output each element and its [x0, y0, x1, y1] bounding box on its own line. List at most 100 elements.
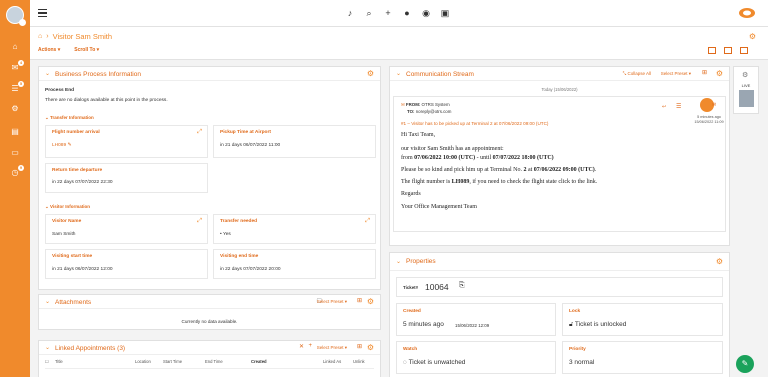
- column-settings-icon[interactable]: ⊞: [357, 343, 362, 350]
- field-label: Flight number arrival: [52, 130, 100, 135]
- visitor-info-heading[interactable]: ⌄ Visitor Information: [45, 204, 90, 210]
- visiting-start-card: Visiting start time in 21 days 06/07/202…: [45, 249, 208, 279]
- user-avatar[interactable]: [6, 6, 26, 26]
- mail-icon: ✉: [401, 102, 405, 107]
- hamburger-menu-icon[interactable]: [38, 9, 47, 17]
- properties-panel: ⌄ Properties ⚙ Ticket# 10064 ⎘ Created 5…: [389, 252, 730, 377]
- process-end-text: There are no dialogs available at this p…: [45, 98, 168, 103]
- sub-bar: ⌂ › Visitor Sam Smith Actions ▾ Scroll T…: [30, 27, 768, 60]
- panel-gear-icon[interactable]: ⚙: [367, 69, 374, 78]
- panel-gear-icon[interactable]: ⚙: [716, 257, 723, 266]
- panel-gear-icon[interactable]: ⚙: [367, 343, 374, 352]
- column-header[interactable]: Start Time: [163, 359, 205, 368]
- integrations-icon[interactable]: ⚙: [10, 104, 20, 114]
- settings-icon[interactable]: ⚙: [742, 71, 748, 79]
- collapse-all-button[interactable]: ⤡ Collapse All: [623, 71, 651, 76]
- rail-label: LIVE: [741, 83, 751, 88]
- column-header[interactable]: Linked As: [323, 359, 353, 368]
- select-preset-dropdown[interactable]: Select Preset ▾: [317, 299, 347, 305]
- ticket-number-card: Ticket# 10064 ⎘: [396, 277, 723, 297]
- chevron-down-icon[interactable]: ⌄: [396, 258, 401, 265]
- field-label: Visitor Name: [52, 219, 82, 224]
- field-label: Watch: [403, 347, 418, 352]
- plus-icon[interactable]: +: [308, 343, 312, 349]
- transfer-info-heading[interactable]: ⌄ Transfer Information: [45, 115, 94, 121]
- user-icon[interactable]: ●: [402, 8, 412, 18]
- layout-split-icon[interactable]: [724, 47, 732, 54]
- reply-icon[interactable]: ↩: [662, 104, 666, 110]
- chevron-down-icon[interactable]: ⌄: [45, 298, 50, 305]
- column-header[interactable]: Created: [251, 359, 323, 368]
- settings-gear-icon[interactable]: ⚙: [749, 32, 756, 41]
- notifications-icon[interactable]: ☰ 5: [10, 81, 24, 94]
- tickets-icon[interactable]: ✉ 4: [10, 60, 24, 73]
- expand-icon[interactable]: ⤢: [365, 218, 370, 225]
- chevron-right-icon: ›: [46, 33, 49, 40]
- bell-icon[interactable]: ♪: [345, 8, 355, 18]
- chevron-down-icon[interactable]: ⌄: [45, 70, 50, 77]
- page-title: Visitor Sam Smith: [52, 32, 113, 41]
- chevron-down-icon[interactable]: ⌄: [396, 70, 401, 77]
- flight-number-card: Flight number arrival ⤢ LH089 ✎: [45, 125, 208, 158]
- business-process-panel: ⌄ Business Process Information ⚙ Process…: [38, 66, 381, 290]
- priority-card: Priority 3 normal: [562, 341, 723, 374]
- field-value: in 21 days 06/07/2022 11:00: [220, 143, 281, 148]
- flight-link[interactable]: LH089 ✎: [52, 143, 72, 148]
- article-menu-icon[interactable]: ☰: [676, 103, 681, 110]
- field-label: Visiting end time: [220, 254, 259, 259]
- panel-title: Properties: [406, 258, 436, 265]
- reports-icon[interactable]: ▤: [10, 127, 20, 137]
- unlock-icon: 🔓︎: [569, 321, 574, 328]
- select-preset-dropdown[interactable]: Select Preset ▾: [661, 71, 691, 77]
- email-to: TO: noreply@otrs.com: [407, 109, 452, 114]
- field-value: in 22 days 07/07/2022 20:00: [220, 267, 281, 272]
- column-header[interactable]: Location: [135, 359, 163, 368]
- panel-title: Attachments: [55, 298, 92, 306]
- column-header[interactable]: End Time: [205, 359, 251, 368]
- field-label: Created: [403, 309, 421, 314]
- top-bar: ♪ ⌕ + ● ◉ ▣: [30, 0, 768, 27]
- select-preset-dropdown[interactable]: Select Preset ▾: [317, 345, 347, 351]
- copy-icon[interactable]: ⎘: [459, 282, 465, 290]
- layout-single-icon[interactable]: [708, 47, 716, 54]
- visiting-end-card: Visiting end time in 22 days 07/07/2022 …: [213, 249, 376, 279]
- dashboard-icon[interactable]: ⌂: [10, 42, 20, 52]
- ticket-number: 10064: [425, 282, 449, 292]
- expand-icon[interactable]: ⤢: [197, 218, 202, 225]
- search-icon[interactable]: ⌕: [364, 8, 374, 18]
- attachments-panel: ⌄ Attachments ▢ Select Preset ▾ ⊞ ⚙ Curr…: [38, 294, 381, 330]
- field-value: 🔓︎ Ticket is unlocked: [569, 321, 627, 328]
- email-subject[interactable]: #1 – Visitor has to be picked up at Term…: [401, 121, 548, 126]
- chat-icon: ✎: [741, 359, 749, 368]
- eye-icon[interactable]: ◉: [421, 8, 431, 18]
- expand-icon[interactable]: ⤢: [197, 129, 202, 136]
- watch-card: Watch ◌ Ticket is unwatched: [396, 341, 556, 374]
- home-icon[interactable]: ⌂: [38, 33, 42, 40]
- created-timestamp: 15/06/2022 12:09: [455, 323, 490, 328]
- chevron-down-icon[interactable]: ⌄: [45, 344, 50, 351]
- actions-menu[interactable]: Actions ▾: [38, 47, 60, 53]
- return-time-card: Return time departure in 22 days 07/07/2…: [45, 163, 208, 193]
- layout-wide-icon[interactable]: [740, 47, 748, 54]
- transfer-needed-card: Transfer needed ⤢ • Yes: [213, 214, 376, 244]
- column-settings-icon[interactable]: ⊞: [357, 297, 362, 304]
- scroll-to-menu[interactable]: Scroll To ▾: [74, 47, 99, 53]
- column-settings-icon[interactable]: ⊞: [702, 69, 707, 76]
- lock-icon[interactable]: ▣: [440, 8, 450, 18]
- select-all-checkbox[interactable]: ☐: [45, 359, 55, 368]
- panel-gear-icon[interactable]: ⚙: [716, 69, 723, 78]
- column-header[interactable]: Title: [55, 359, 135, 368]
- customer-avatar[interactable]: [739, 90, 754, 107]
- close-icon[interactable]: ✕: [299, 343, 304, 350]
- panel-gear-icon[interactable]: ⚙: [367, 297, 374, 306]
- panel-title: Linked Appointments (3): [55, 344, 126, 352]
- calendar-badge: 9: [18, 165, 24, 171]
- plus-icon[interactable]: +: [383, 8, 393, 18]
- field-label: Transfer needed: [220, 219, 258, 224]
- panel-title: Communication Stream: [406, 70, 474, 78]
- chat-button[interactable]: ✎: [736, 355, 754, 373]
- car-icon[interactable]: ▭: [10, 148, 20, 158]
- field-value: Sam Smith: [52, 232, 76, 237]
- column-header[interactable]: Unlink: [353, 359, 373, 368]
- calendar-icon[interactable]: ◷ 9: [10, 165, 24, 178]
